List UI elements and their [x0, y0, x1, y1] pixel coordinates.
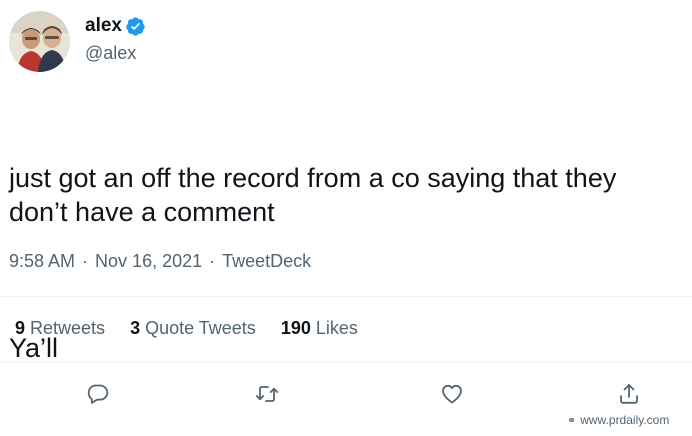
divider — [0, 296, 692, 297]
reply-button[interactable] — [81, 377, 115, 411]
engagement-stats: 9 Retweets 3 Quote Tweets 190 Likes — [15, 318, 383, 339]
tweet-text: just got an off the record from a co say… — [9, 93, 679, 399]
watermark-text: www.prdaily.com — [580, 413, 670, 427]
verified-badge-icon — [125, 16, 146, 37]
stat-retweets[interactable]: 9 Retweets — [15, 318, 105, 339]
watermark-logo-icon: ⚭ — [567, 414, 577, 427]
heart-icon — [442, 384, 462, 404]
meta-separator: · — [82, 251, 89, 271]
stat-likes[interactable]: 190 Likes — [281, 318, 358, 339]
author-name-row[interactable]: alex — [85, 15, 146, 37]
tweet-date[interactable]: Nov 16, 2021 — [95, 251, 202, 272]
meta-separator: · — [209, 251, 216, 271]
divider — [0, 362, 692, 363]
quote-tweets-count: 3 — [130, 318, 141, 338]
avatar-image — [9, 11, 70, 72]
likes-label: Likes — [315, 318, 358, 338]
watermark: ⚭ www.prdaily.com — [565, 413, 672, 427]
tweet-paragraph: just got an off the record from a co say… — [9, 163, 624, 227]
quote-tweets-label: Quote Tweets — [145, 318, 256, 338]
share-icon — [620, 384, 638, 404]
avatar[interactable] — [9, 11, 70, 72]
like-button[interactable] — [435, 377, 469, 411]
tweet-time[interactable]: 9:58 AM — [9, 251, 75, 272]
share-button[interactable] — [612, 377, 646, 411]
stat-quote-tweets[interactable]: 3 Quote Tweets — [130, 318, 256, 339]
author-display-name[interactable]: alex — [85, 15, 122, 37]
retweet-icon — [255, 386, 279, 402]
action-bar — [0, 377, 692, 411]
likes-count: 190 — [280, 318, 311, 338]
retweets-label: Retweets — [30, 318, 106, 338]
reply-icon — [87, 384, 109, 404]
retweet-button[interactable] — [250, 377, 284, 411]
author-handle[interactable]: @alex — [85, 43, 136, 64]
tweet-source[interactable]: TweetDeck — [222, 251, 311, 272]
retweets-count: 9 — [15, 318, 26, 338]
tweet-meta: 9:58 AM · Nov 16, 2021 · TweetDeck — [9, 251, 311, 272]
